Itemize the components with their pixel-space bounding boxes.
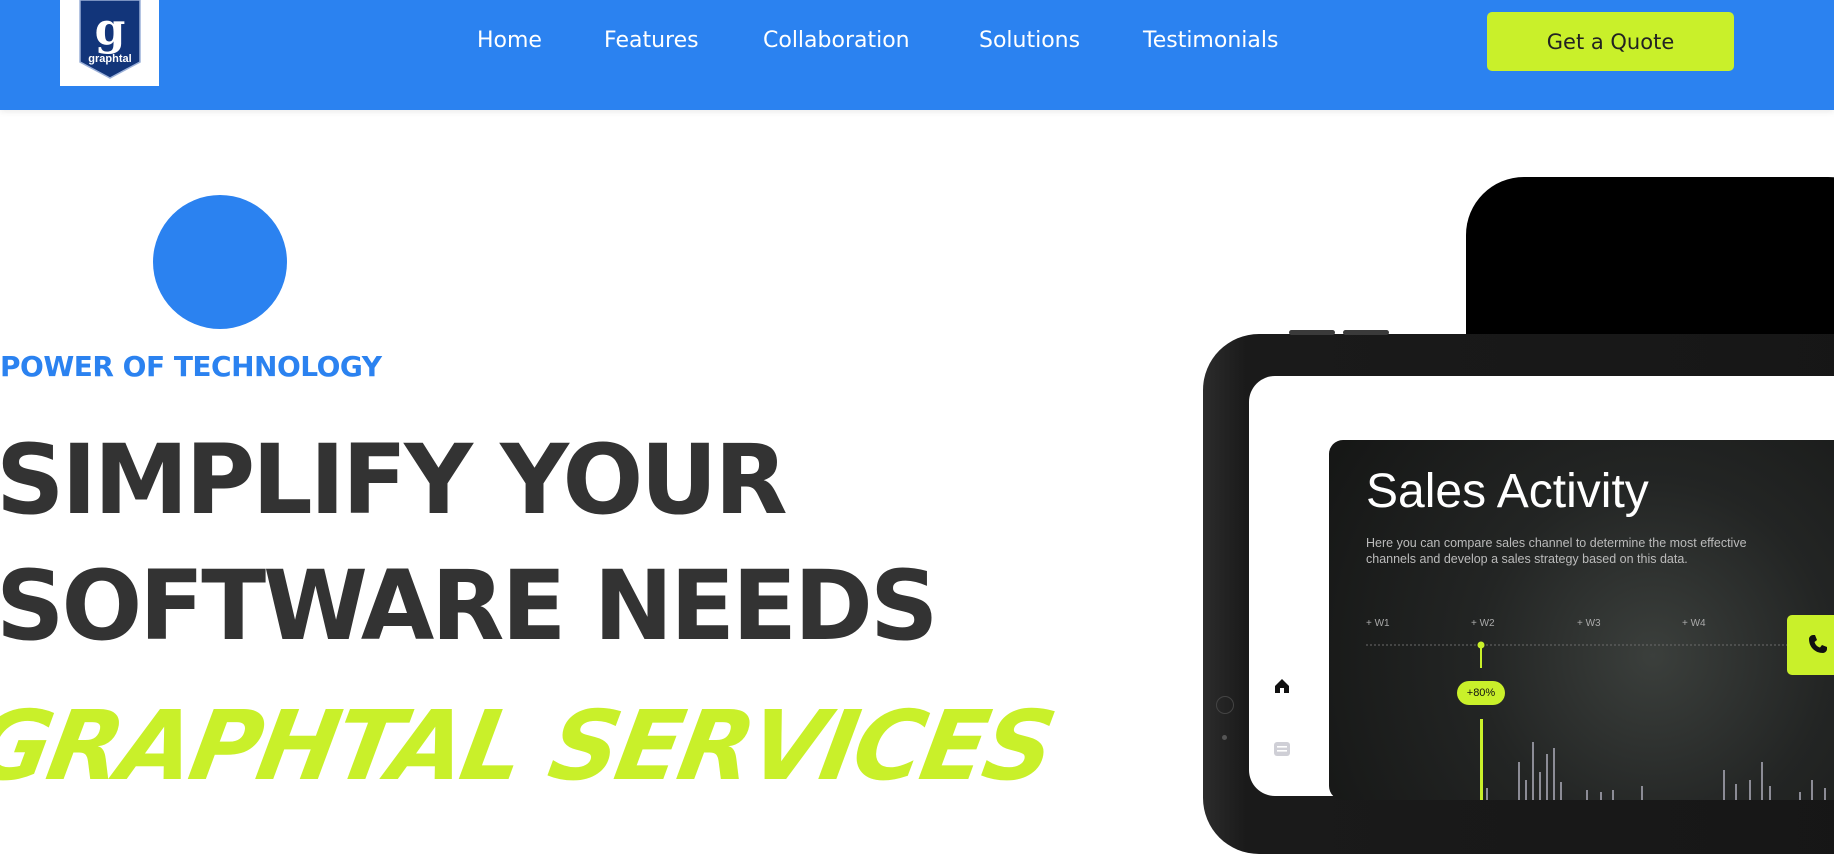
tablet-volume-button — [1343, 330, 1389, 335]
site-header: g graphtal Home Features Collaboration S… — [0, 0, 1834, 110]
nav-solutions[interactable]: Solutions — [979, 24, 1080, 58]
nav-features[interactable]: Features — [604, 24, 699, 58]
decorative-circle — [153, 195, 287, 329]
hero-eyebrow: POWER OF TECHNOLOGY — [0, 350, 382, 383]
sales-activity-card: Sales Activity Here you can compare sale… — [1329, 440, 1834, 800]
hero-headline-line-1: SIMPLIFY YOUR — [0, 424, 788, 536]
activity-bars — [1366, 641, 1834, 800]
get-a-quote-button[interactable]: Get a Quote — [1487, 12, 1734, 71]
brand-logo[interactable]: g graphtal — [60, 0, 159, 86]
highlight-bar — [1480, 719, 1483, 800]
svg-text:graphtal: graphtal — [88, 53, 131, 65]
timeline-marker-dot — [1477, 641, 1485, 649]
svg-text:g: g — [95, 4, 126, 55]
list-icon[interactable] — [1272, 739, 1292, 759]
nav-home[interactable]: Home — [477, 24, 542, 58]
home-icon[interactable] — [1272, 676, 1292, 696]
nav-collaboration[interactable]: Collaboration — [763, 24, 910, 58]
tablet-sensor-dot — [1222, 735, 1227, 740]
hero-headline-line-2: SOFTWARE NEEDS — [0, 550, 938, 662]
tablet-volume-button — [1289, 330, 1335, 335]
hero-highlight-text: GRAPHTAL SERVICES — [0, 690, 1061, 802]
logo-shield-icon: g graphtal — [79, 0, 141, 79]
tablet-camera-dot — [1216, 696, 1234, 714]
nav-testimonials[interactable]: Testimonials — [1143, 24, 1278, 58]
floating-call-button[interactable] — [1787, 615, 1834, 675]
phone-icon — [1809, 635, 1827, 653]
growth-badge: +80% — [1457, 681, 1505, 705]
